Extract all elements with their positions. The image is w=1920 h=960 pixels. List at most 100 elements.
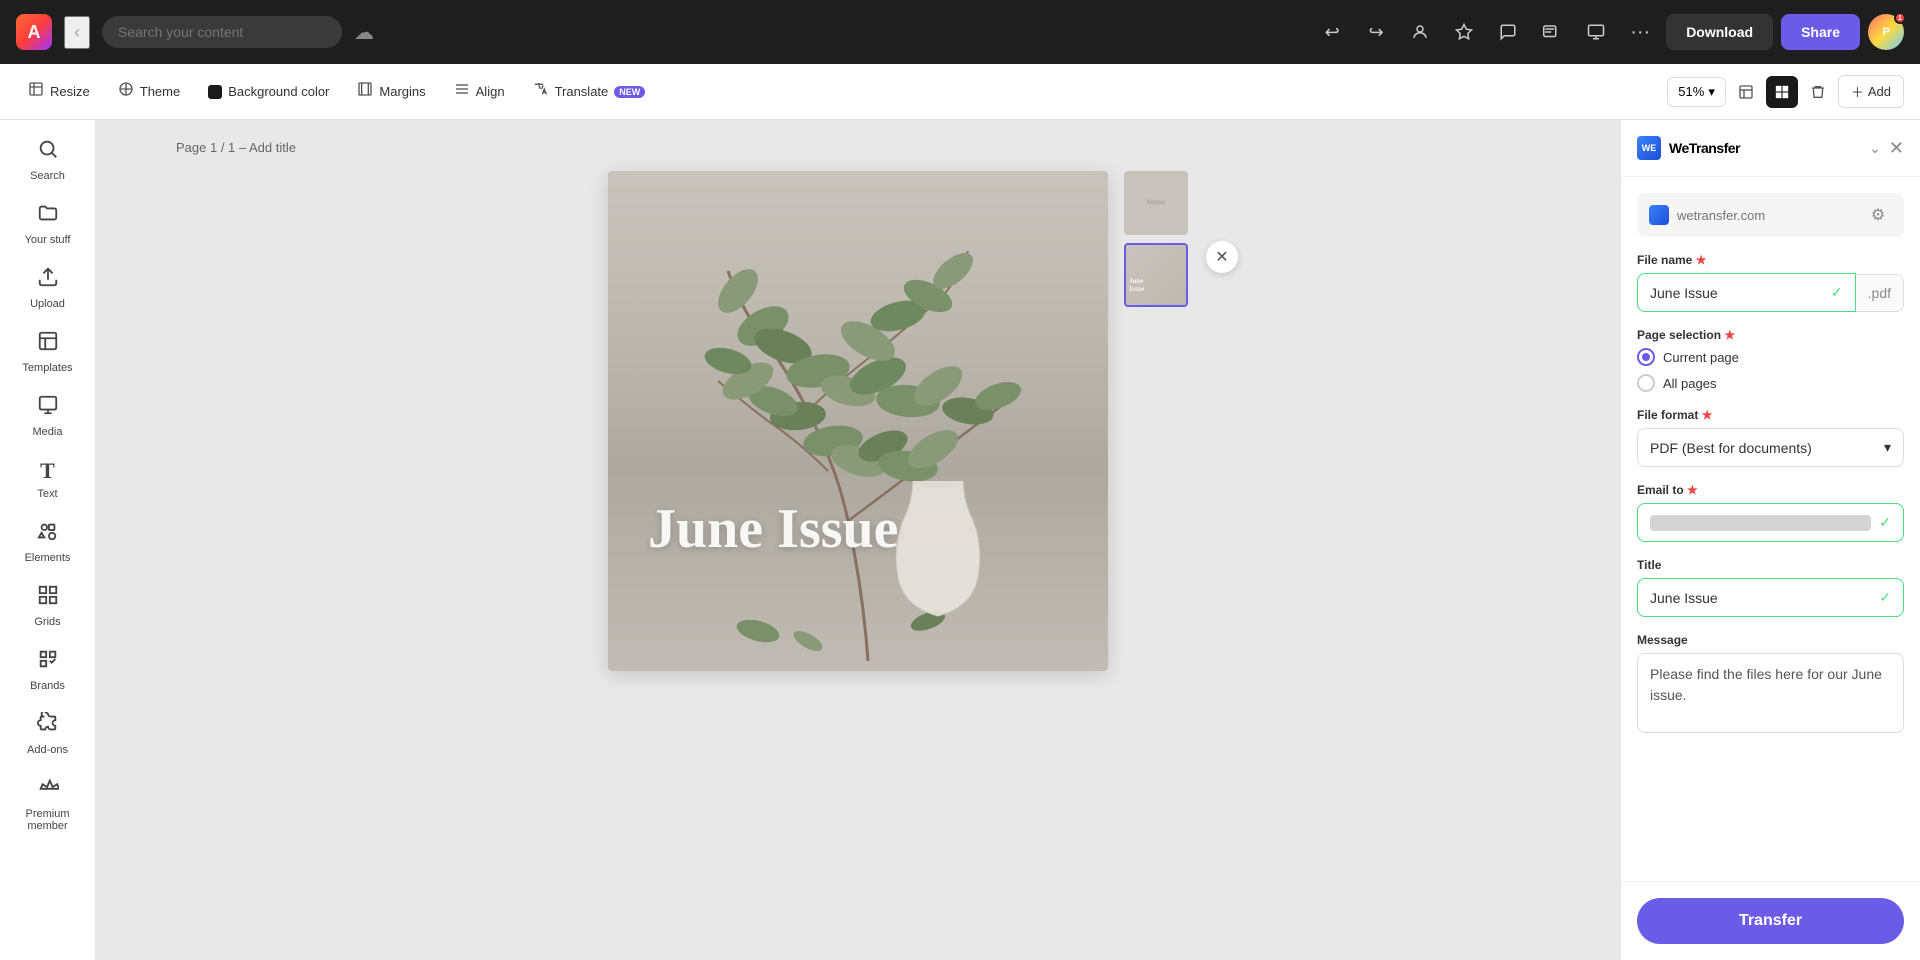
plus-icon: ＋ [1851, 82, 1864, 101]
sidebar-label-elements: Elements [25, 552, 71, 564]
cloud-icon: ☁ [354, 20, 374, 45]
sidebar-label-upload: Upload [30, 298, 65, 310]
wetransfer-panel: WE WeTransfer ⌄ ✕ ⚙ File name ★ [1620, 120, 1920, 960]
radio-current-page[interactable]: Current page [1637, 348, 1904, 366]
close-preview-button[interactable]: ✕ [1206, 241, 1238, 273]
search-icon [37, 138, 59, 166]
title-input[interactable]: June Issue ✓ [1637, 578, 1904, 617]
wetransfer-logo-text: WeTransfer [1669, 140, 1740, 156]
page-thumbnail-col: Notes JuneIssue ✕ [1124, 171, 1188, 307]
plant-illustration [608, 171, 1108, 671]
theme-button[interactable]: Theme [106, 75, 192, 108]
sidebar-item-brands[interactable]: Brands [6, 638, 90, 702]
panel-close-button[interactable]: ✕ [1889, 138, 1904, 159]
file-name-input[interactable]: June Issue ✓ [1637, 273, 1856, 312]
folder-icon [37, 202, 59, 230]
sidebar-item-upload[interactable]: Upload [6, 256, 90, 320]
file-name-group: File name ★ June Issue ✓ .pdf [1637, 253, 1904, 312]
settings-button[interactable]: ⚙ [1864, 201, 1892, 229]
download-button[interactable]: Download [1666, 14, 1773, 50]
star-button[interactable] [1446, 14, 1482, 50]
page-selection-group: Page selection ★ Current page All pages [1637, 328, 1904, 392]
panel-collapse-button[interactable]: ⌄ [1869, 140, 1881, 157]
text-icon: T [40, 458, 55, 484]
delete-button[interactable] [1802, 76, 1834, 108]
theme-icon [118, 81, 134, 102]
bg-color-button[interactable]: Background color [196, 78, 341, 105]
thumbnail-2[interactable]: JuneIssue [1124, 243, 1188, 307]
transfer-button[interactable]: Transfer [1637, 898, 1904, 944]
sidebar-item-grids[interactable]: Grids [6, 574, 90, 638]
back-button[interactable]: ‹ [64, 16, 90, 49]
canvas-page[interactable]: June Issue [608, 171, 1108, 671]
canvas-design-title: June Issue [648, 499, 899, 561]
message-label: Message [1637, 633, 1904, 647]
sidebar-label-brands: Brands [30, 680, 65, 692]
align-button[interactable]: Align [442, 75, 517, 108]
more-options[interactable]: ··· [1622, 17, 1658, 48]
file-format-select[interactable]: PDF (Best for documents) ▾ [1637, 428, 1904, 467]
title-check-icon: ✓ [1879, 589, 1891, 606]
translate-icon [533, 81, 549, 102]
radio-current-page-indicator [1637, 348, 1655, 366]
email-to-group: Email to ★ ✓ [1637, 483, 1904, 542]
collaborate-button[interactable] [1402, 14, 1438, 50]
brands-icon [37, 648, 59, 676]
redo-button[interactable]: ↪ [1358, 14, 1394, 50]
undo-button[interactable]: ↩ [1314, 14, 1350, 50]
canva-logo: A [16, 14, 52, 50]
grids-icon [37, 584, 59, 612]
notes-button[interactable] [1730, 76, 1762, 108]
radio-all-pages[interactable]: All pages [1637, 374, 1904, 392]
sidebar-item-templates[interactable]: Templates [6, 320, 90, 384]
email-check-icon: ✓ [1879, 514, 1891, 531]
file-name-ext: .pdf [1856, 274, 1904, 312]
align-icon [454, 81, 470, 102]
wetransfer-header: WE WeTransfer ⌄ ✕ [1621, 120, 1920, 177]
title-label: Title [1637, 558, 1904, 572]
title-group: Title June Issue ✓ [1637, 558, 1904, 617]
add-button[interactable]: ＋ Add [1838, 75, 1904, 108]
wetransfer-footer: Transfer [1621, 881, 1920, 960]
message-group: Message Please find the files here for o… [1637, 633, 1904, 733]
sidebar-label-templates: Templates [22, 362, 72, 374]
sidebar-item-text[interactable]: T Text [6, 448, 90, 510]
sidebar-item-addons[interactable]: Add-ons [6, 702, 90, 766]
url-input[interactable] [1677, 208, 1856, 223]
radio-all-pages-indicator [1637, 374, 1655, 392]
thumbnail-1[interactable]: Notes [1124, 171, 1188, 235]
canvas-wrapper[interactable]: Notes JuneIssue ✕ [608, 171, 1108, 671]
resize-button[interactable]: Resize [16, 75, 102, 108]
select-chevron-icon: ▾ [1884, 439, 1891, 456]
media-icon [37, 394, 59, 422]
canvas-area: Page 1 / 1 – Add title Notes JuneIssue ✕ [96, 120, 1620, 960]
message-textarea[interactable]: Please find the files here for our June … [1637, 653, 1904, 733]
email-input[interactable]: ✓ [1637, 503, 1904, 542]
sidebar-item-premium[interactable]: Premium member [6, 766, 90, 842]
zoom-control[interactable]: 51% ▾ [1667, 77, 1726, 107]
sidebar-item-media[interactable]: Media [6, 384, 90, 448]
margins-button[interactable]: Margins [345, 75, 437, 108]
present-button[interactable] [1578, 14, 1614, 50]
wetransfer-logo-icon: WE [1637, 136, 1661, 160]
email-to-label: Email to ★ [1637, 483, 1904, 497]
sidebar-item-search[interactable]: Search [6, 128, 90, 192]
share-button[interactable]: Share [1781, 14, 1860, 50]
premium-icon [37, 776, 59, 804]
resize-icon [28, 81, 44, 102]
zoom-chevron-icon: ▾ [1708, 84, 1715, 100]
addons-icon [37, 712, 59, 740]
comment-button[interactable] [1490, 14, 1526, 50]
avatar[interactable]: P 1 [1868, 14, 1904, 50]
file-format-group: File format ★ PDF (Best for documents) ▾ [1637, 408, 1904, 467]
page-title: Page 1 / 1 – Add title [176, 140, 296, 155]
margins-icon [357, 81, 373, 102]
grid-view-button[interactable] [1766, 76, 1798, 108]
translate-button[interactable]: Translate NEW [521, 75, 658, 108]
search-input[interactable] [102, 16, 342, 48]
sidebar-label-your-stuff: Your stuff [25, 234, 71, 246]
sidebar-item-your-stuff[interactable]: Your stuff [6, 192, 90, 256]
sidebar-item-elements[interactable]: Elements [6, 510, 90, 574]
avatar-badge: 1 [1894, 12, 1906, 24]
comment2-button[interactable] [1534, 14, 1570, 50]
